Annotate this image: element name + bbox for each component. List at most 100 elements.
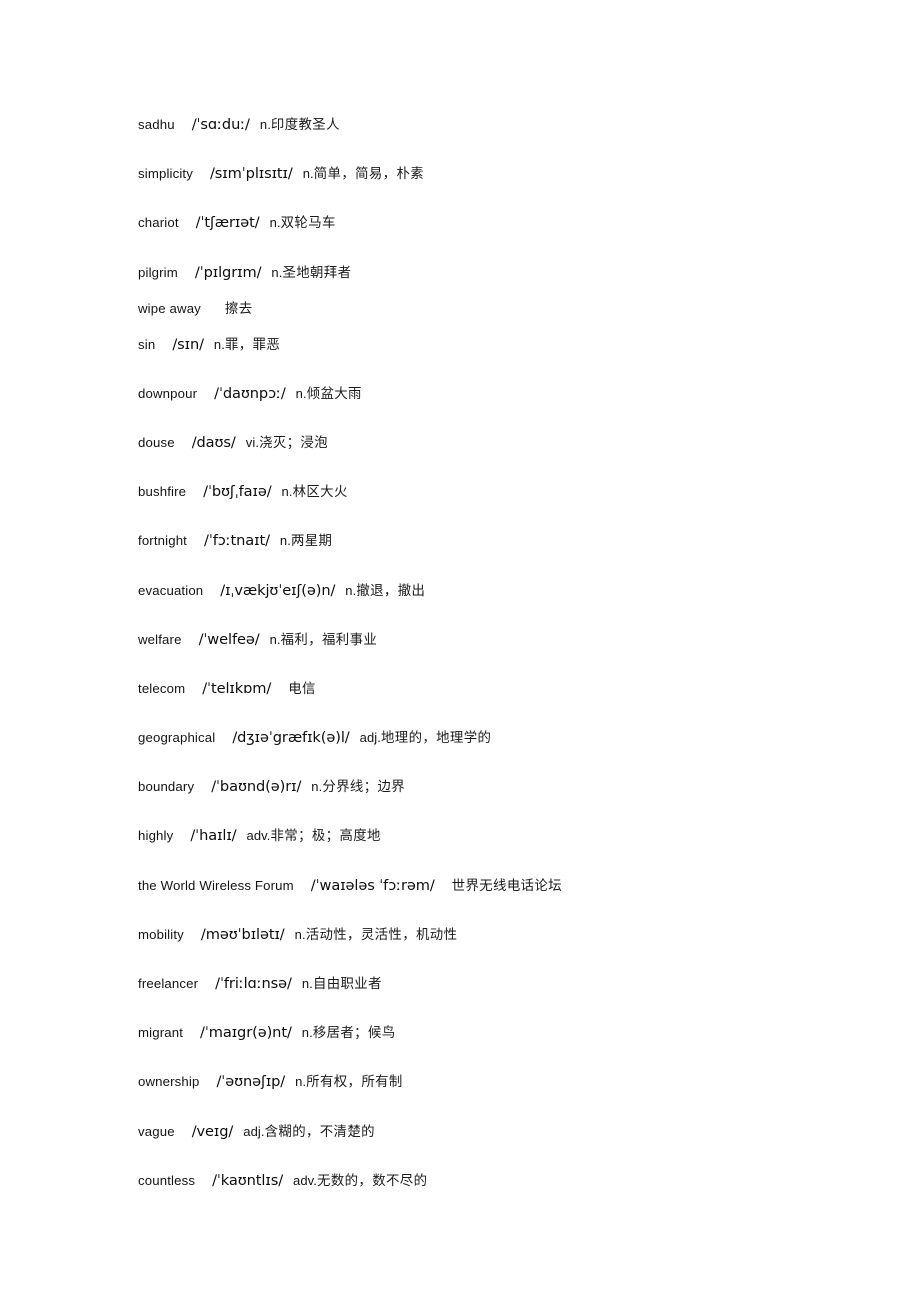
vocab-entry: sin/sɪn/n.罪，罪恶 xyxy=(138,335,878,353)
definition: 擦去 xyxy=(224,301,253,317)
definition: 圣地朝拜者 xyxy=(282,265,352,281)
pronunciation: /ˈfriːlɑːnsə/ xyxy=(215,975,292,992)
headword: telecom xyxy=(138,680,186,696)
definition: 福利，福利事业 xyxy=(280,632,378,648)
vocab-entry: telecom/ˈtelɪkɒm/电信 xyxy=(138,679,878,697)
definition: 罪，罪恶 xyxy=(224,337,281,353)
pronunciation: /ɪˌvækjʊˈeɪʃ(ə)n/ xyxy=(220,581,336,599)
headword: migrant xyxy=(138,1025,184,1041)
definition: 两星期 xyxy=(290,534,333,550)
part-of-speech: n. xyxy=(295,385,307,401)
part-of-speech: n. xyxy=(301,1025,313,1041)
pronunciation: /ˈhaɪlɪ/ xyxy=(190,827,237,845)
vocab-entry: ownership/ˈəʊnəʃɪp/n.所有权，所有制 xyxy=(138,1075,878,1090)
pronunciation: /ˈwelfeə/ xyxy=(198,630,260,648)
headword: pilgrim xyxy=(138,264,178,280)
definition: 所有权，所有制 xyxy=(306,1075,403,1091)
headword: countless xyxy=(138,1172,196,1188)
headword: downpour xyxy=(138,385,198,401)
pronunciation: /sɪn/ xyxy=(172,335,204,353)
headword: welfare xyxy=(138,631,182,647)
headword: chariot xyxy=(138,215,179,231)
vocab-entry: mobility/məʊˈbɪlətɪ/n.活动性，灵活性，机动性 xyxy=(138,925,878,943)
pronunciation: /ˈwaɪələs ˈfɔːrəm/ xyxy=(310,876,435,894)
vocab-entry: evacuation/ɪˌvækjʊˈeɪʃ(ə)n/n.撤退，撤出 xyxy=(138,581,878,599)
part-of-speech: n. xyxy=(271,264,283,280)
part-of-speech: adv. xyxy=(246,828,271,844)
vocab-entry: sadhu/ˈsɑːduː/n.印度教圣人 xyxy=(138,116,878,133)
headword: sin xyxy=(138,336,156,352)
vocab-entry: downpour/ˈdaʊnpɔː/n.倾盆大雨 xyxy=(138,385,878,402)
vocab-entry: welfare/ˈwelfeə/n.福利，福利事业 xyxy=(138,630,878,648)
part-of-speech: n. xyxy=(295,1074,307,1090)
pronunciation: /dʒɪəˈgræfɪk(ə)l/ xyxy=(232,729,350,747)
vocab-entry: douse/daʊs/vi.浇灭；浸泡 xyxy=(138,433,878,451)
definition: 简单，简易，朴素 xyxy=(313,167,425,183)
part-of-speech: n. xyxy=(311,779,323,795)
pronunciation: /ˈsɑːduː/ xyxy=(191,116,250,133)
headword: boundary xyxy=(138,779,195,795)
pronunciation: /sɪmˈplɪsɪtɪ/ xyxy=(209,165,293,183)
definition: 非常；极；高度地 xyxy=(270,829,381,845)
definition: 世界无线电话论坛 xyxy=(451,878,562,894)
headword: freelancer xyxy=(138,976,199,991)
part-of-speech: n. xyxy=(213,336,225,352)
vocab-entry: chariot/ˈtʃærɪət/n.双轮马车 xyxy=(138,216,878,231)
pronunciation: /ˈpɪlgrɪm/ xyxy=(194,263,262,281)
definition: 浇灭；浸泡 xyxy=(259,435,329,451)
headword: fortnight xyxy=(138,533,188,549)
vocab-entry: geographical/dʒɪəˈgræfɪk(ə)l/adj.地理的，地理学… xyxy=(138,729,878,747)
definition: 无数的，数不尽的 xyxy=(317,1173,428,1189)
pronunciation: /ˈfɔːtnaɪt/ xyxy=(204,532,270,550)
headword: sadhu xyxy=(138,117,175,132)
vocab-entry: vague/veɪg/adj.含糊的，不清楚的 xyxy=(138,1122,878,1140)
vocab-entry: highly/ˈhaɪlɪ/adv.非常；极；高度地 xyxy=(138,829,878,844)
pronunciation: /daʊs/ xyxy=(191,433,236,451)
headword: simplicity xyxy=(138,166,193,182)
part-of-speech: n. xyxy=(302,166,314,182)
definition: 分界线；边界 xyxy=(322,780,406,796)
vocab-entry: pilgrim/ˈpɪlgrɪm/n.圣地朝拜者 xyxy=(138,263,878,281)
part-of-speech: n. xyxy=(279,533,291,549)
vocabulary-list: sadhu/ˈsɑːduː/n.印度教圣人 simplicity/sɪmˈplɪs… xyxy=(138,116,878,1189)
headword: evacuation xyxy=(138,582,204,598)
headword: ownership xyxy=(138,1074,200,1090)
definition: 含糊的，不清楚的 xyxy=(264,1124,375,1140)
definition: 撤退，撤出 xyxy=(356,583,426,599)
headword: geographical xyxy=(138,730,216,746)
pronunciation: /məʊˈbɪlətɪ/ xyxy=(200,925,285,943)
pronunciation: /ˈtelɪkɒm/ xyxy=(202,679,272,697)
part-of-speech: n. xyxy=(281,484,293,500)
definition: 地理的，地理学的 xyxy=(380,731,492,747)
pronunciation: /ˈbaʊnd(ə)rɪ/ xyxy=(211,778,302,796)
pronunciation: /ˈbʊʃˌfaɪə/ xyxy=(203,483,272,501)
part-of-speech: n. xyxy=(294,926,306,942)
vocab-entry: boundary/ˈbaʊnd(ə)rɪ/n.分界线；边界 xyxy=(138,778,878,796)
part-of-speech: n. xyxy=(345,582,357,598)
vocab-entry: bushfire/ˈbʊʃˌfaɪə/n.林区大火 xyxy=(138,483,878,501)
part-of-speech: n. xyxy=(301,976,313,991)
pronunciation: /ˈmaɪgr(ə)nt/ xyxy=(200,1024,292,1042)
headword: bushfire xyxy=(138,484,187,500)
headword: vague xyxy=(138,1123,175,1139)
headword: mobility xyxy=(138,926,184,942)
document-page: sadhu/ˈsɑːduː/n.印度教圣人 simplicity/sɪmˈplɪs… xyxy=(0,0,920,1302)
part-of-speech: adj. xyxy=(359,730,381,746)
headword: the World Wireless Forum xyxy=(138,877,294,893)
part-of-speech: n. xyxy=(259,117,271,132)
vocab-entry: the World Wireless Forum/ˈwaɪələs ˈfɔːrə… xyxy=(138,876,878,894)
pronunciation: /ˈkaʊntlɪs/ xyxy=(212,1171,284,1189)
pronunciation: /veɪg/ xyxy=(191,1122,234,1140)
definition: 自由职业者 xyxy=(312,977,382,992)
part-of-speech: adj. xyxy=(243,1123,265,1139)
pronunciation: /ˈəʊnəʃɪp/ xyxy=(216,1073,286,1091)
headword: douse xyxy=(138,434,175,450)
definition: 双轮马车 xyxy=(280,216,336,232)
vocab-entry: fortnight/ˈfɔːtnaɪt/n.两星期 xyxy=(138,534,878,549)
headword: wipe away xyxy=(138,300,201,316)
headword: highly xyxy=(138,828,174,844)
part-of-speech: adv. xyxy=(293,1172,318,1188)
part-of-speech: n. xyxy=(269,631,281,647)
part-of-speech: n. xyxy=(269,215,281,231)
definition: 倾盆大雨 xyxy=(306,386,362,402)
